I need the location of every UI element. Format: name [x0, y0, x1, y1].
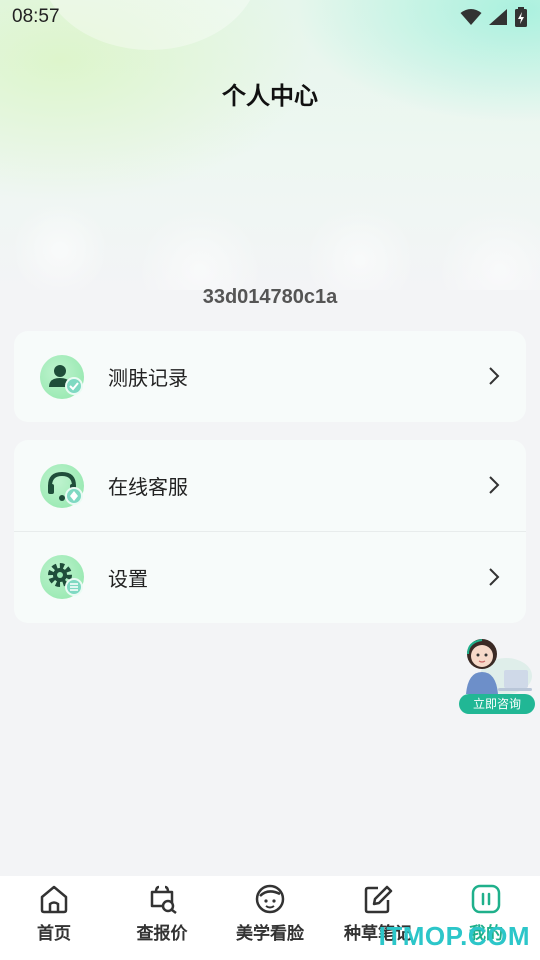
wifi-icon [460, 9, 482, 25]
tab-price-check[interactable]: 查报价 [108, 876, 216, 960]
tab-label-price-check: 查报价 [136, 924, 188, 944]
floating-consult-widget[interactable]: 立即咨询 [458, 632, 536, 716]
skin-record-icon [40, 354, 84, 399]
signal-icon [489, 9, 507, 25]
chevron-right-icon [489, 367, 500, 385]
consult-now-button[interactable]: 立即咨询 [459, 694, 535, 714]
watermark-text: ITMOP.COM [378, 921, 530, 951]
settings-icon [40, 555, 84, 599]
menu-card-records: 测肤记录 [14, 331, 526, 422]
home-icon [40, 885, 68, 914]
page-title: 个人中心 [222, 82, 318, 110]
face-icon [255, 884, 285, 914]
header-background [0, 0, 540, 290]
profile-icon [471, 884, 501, 914]
menu-item-skin-records[interactable]: 测肤记录 [14, 331, 526, 422]
customer-service-icon [40, 463, 84, 508]
tab-label-face: 美学看脸 [236, 924, 304, 944]
battery-charging-icon [515, 7, 527, 27]
chevron-right-icon [489, 476, 500, 494]
tab-home[interactable]: 首页 [0, 876, 108, 960]
menu-item-settings[interactable]: 设置 [14, 531, 526, 622]
menu-card-support: 在线客服 设置 [14, 440, 526, 623]
chevron-right-icon [489, 568, 500, 586]
note-edit-icon [364, 885, 393, 914]
status-icons [460, 7, 528, 27]
decorative-clouds [0, 170, 540, 290]
tab-label-home: 首页 [37, 924, 71, 944]
menu-label-skin-records: 测肤记录 [108, 366, 188, 390]
menu-label-settings: 设置 [108, 566, 148, 591]
tab-face[interactable]: 美学看脸 [216, 876, 324, 960]
price-check-icon [150, 885, 177, 914]
status-time: 08:57 [12, 6, 60, 27]
user-id: 33d014780c1a [202, 286, 338, 308]
menu-item-customer-service[interactable]: 在线客服 [14, 440, 526, 531]
status-bar: 08:57 [0, 0, 540, 34]
consultant-avatar-icon [466, 639, 532, 694]
menu-label-customer-service: 在线客服 [108, 475, 188, 499]
